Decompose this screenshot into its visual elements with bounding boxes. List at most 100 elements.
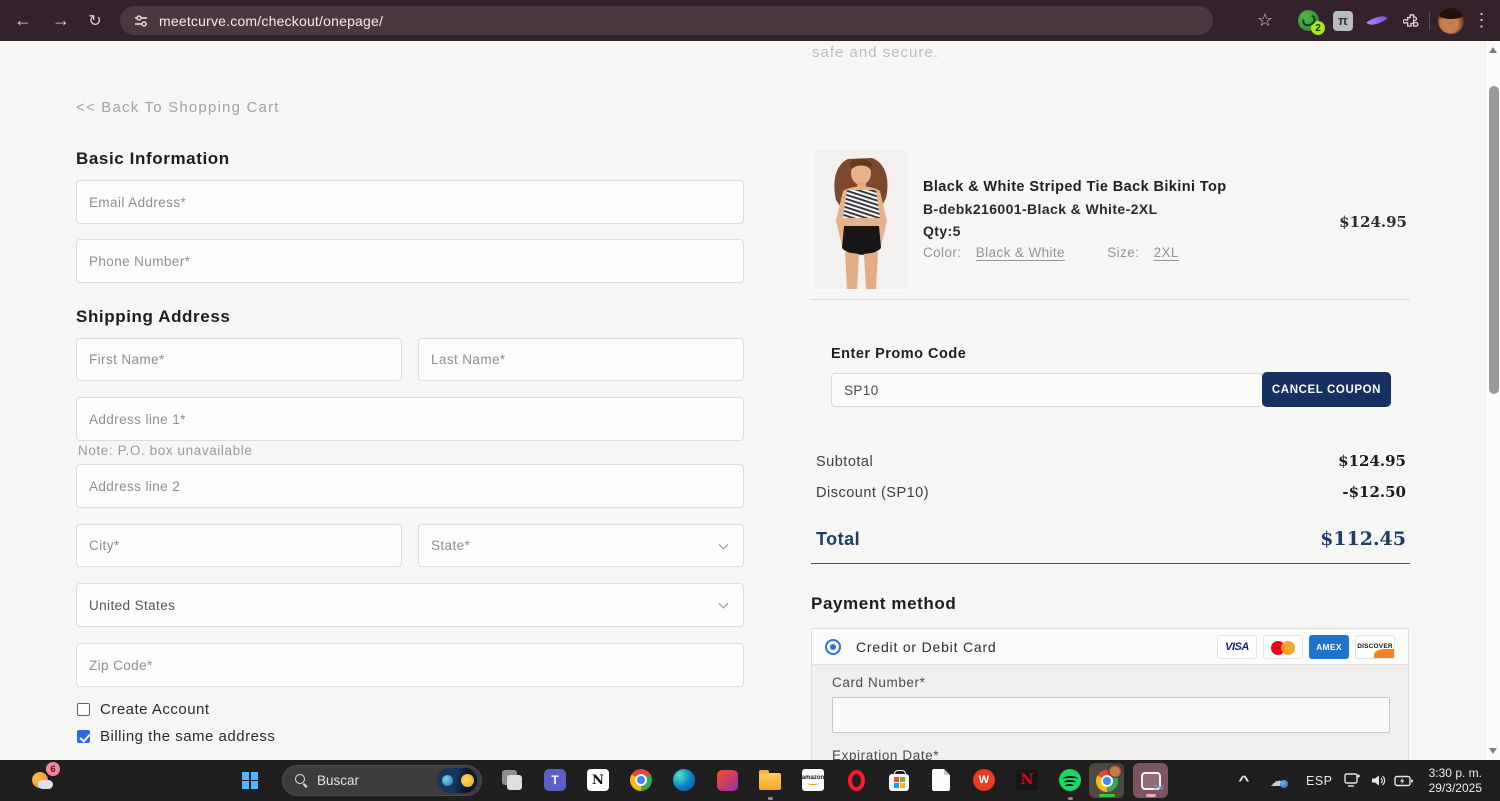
taskbar-search[interactable]: Buscar <box>282 765 482 796</box>
chrome-active-window[interactable] <box>1089 763 1124 798</box>
billing-same-label: Billing the same address <box>100 728 276 745</box>
country-select[interactable]: United States <box>76 583 744 627</box>
start-button[interactable] <box>236 760 264 801</box>
gray-extension-icon[interactable]: π <box>1333 10 1353 31</box>
teams-icon[interactable]: T <box>543 768 567 792</box>
tray-chevron-icon[interactable]: ^ <box>1238 760 1249 801</box>
edge-icon[interactable] <box>672 768 696 792</box>
volume-icon[interactable] <box>1370 760 1387 801</box>
scroll-down-icon[interactable] <box>1489 748 1497 754</box>
total-value: $112.45 <box>1320 528 1406 550</box>
secure-note: safe and secure. <box>812 44 939 61</box>
chevron-down-icon <box>718 598 729 609</box>
subtotal-label: Subtotal <box>816 454 874 470</box>
url-text[interactable]: meetcurve.com/checkout/onepage/ <box>159 13 383 29</box>
reload-icon[interactable]: ↻ <box>80 0 110 41</box>
last-name-field[interactable] <box>418 338 744 381</box>
search-placeholder: Buscar <box>317 773 360 788</box>
opera-icon[interactable] <box>844 768 868 792</box>
chevron-down-icon <box>718 539 729 550</box>
document-icon[interactable] <box>929 768 953 792</box>
create-account-label: Create Account <box>100 701 210 718</box>
amazon-icon[interactable]: amazon <box>801 768 825 792</box>
state-placeholder: State* <box>431 538 471 553</box>
back-icon[interactable]: ← <box>8 0 38 41</box>
size-label: Size: <box>1107 245 1140 260</box>
ms-store-icon[interactable] <box>887 768 911 792</box>
browser-toolbar: ← → ↻ meetcurve.com/checkout/onepage/ ☆ … <box>0 0 1500 41</box>
color-value-link[interactable]: Black & White <box>976 245 1065 260</box>
phone-field[interactable] <box>76 239 744 283</box>
city-field[interactable] <box>76 524 402 567</box>
zip-field[interactable] <box>76 643 744 687</box>
state-select[interactable]: State* <box>418 524 744 567</box>
total-label: Total <box>816 529 861 549</box>
visa-icon: VISA <box>1217 634 1257 659</box>
product-price: $124.95 <box>1339 213 1407 231</box>
active-indicator <box>1145 794 1156 797</box>
first-name-field[interactable] <box>76 338 402 381</box>
search-daily-image[interactable] <box>437 768 477 793</box>
size-value-link[interactable]: 2XL <box>1154 245 1179 260</box>
spotify-icon[interactable] <box>1058 768 1082 792</box>
chrome-profile-avatar <box>1108 763 1123 778</box>
wps-office-icon[interactable]: W <box>972 768 996 792</box>
feather-extension-icon[interactable] <box>1366 11 1388 30</box>
discover-icon: DISCOVER <box>1355 634 1395 659</box>
tray-time: 3:30 p. m. <box>1428 765 1482 780</box>
checkbox-unchecked-icon[interactable] <box>77 703 90 716</box>
bookmark-star-icon[interactable]: ☆ <box>1248 0 1282 41</box>
network-icon[interactable] <box>1344 760 1361 801</box>
chrome-icon[interactable] <box>629 768 653 792</box>
payment-heading: Payment method <box>811 594 957 613</box>
checkout-page: safe and secure. << Back To Shopping Car… <box>0 41 1500 760</box>
payment-method-row[interactable]: Credit or Debit Card VISA AMEX DISCOVER <box>812 629 1408 665</box>
create-account-checkbox[interactable]: Create Account <box>77 701 210 718</box>
tray-date: 29/3/2025 <box>1428 780 1482 795</box>
extension-badge: 2 <box>1311 21 1325 35</box>
screen: ← → ↻ meetcurve.com/checkout/onepage/ ☆ … <box>0 0 1500 801</box>
shopping-extension-icon[interactable]: 2 <box>1298 10 1325 35</box>
search-icon <box>295 774 308 787</box>
radio-selected-icon[interactable] <box>825 638 841 655</box>
email-field[interactable] <box>76 180 744 224</box>
menu-dots-icon[interactable]: ⋮ <box>1464 0 1500 41</box>
bikini-model-image <box>815 150 908 289</box>
scrollbar-thumb[interactable] <box>1488 86 1499 394</box>
promo-code-input[interactable] <box>831 373 1263 407</box>
clock[interactable]: 3:30 p. m. 29/3/2025 <box>1422 760 1482 801</box>
card-number-input[interactable] <box>832 697 1390 733</box>
total-divider <box>811 563 1410 564</box>
office-365-icon[interactable] <box>715 768 739 792</box>
card-logos: VISA AMEX DISCOVER <box>1217 634 1395 659</box>
file-explorer-icon[interactable] <box>758 768 782 792</box>
onedrive-cloud-icon[interactable]: ☁ <box>1270 760 1288 801</box>
language-indicator[interactable]: ESP <box>1306 760 1333 801</box>
address2-field[interactable] <box>76 464 744 508</box>
back-to-cart-link[interactable]: << Back To Shopping Cart <box>76 99 280 116</box>
site-settings-icon[interactable] <box>133 13 149 29</box>
widgets-weather-icon[interactable]: 6 <box>14 760 60 801</box>
forward-icon[interactable]: → <box>46 0 76 41</box>
notion-icon[interactable]: N <box>586 768 610 792</box>
scroll-up-icon[interactable] <box>1489 47 1497 53</box>
snipping-tool-window[interactable] <box>1133 763 1168 798</box>
total-row: Total $112.45 <box>816 528 1406 550</box>
task-view-icon[interactable] <box>500 768 524 792</box>
product-image[interactable] <box>815 150 908 289</box>
checkbox-checked-icon[interactable] <box>77 730 90 743</box>
address-bar[interactable]: meetcurve.com/checkout/onepage/ <box>120 6 1213 35</box>
profile-avatar[interactable] <box>1438 7 1464 34</box>
battery-icon[interactable] <box>1394 760 1414 801</box>
shipping-heading: Shipping Address <box>76 307 231 326</box>
cancel-coupon-button[interactable]: CANCEL COUPON <box>1262 372 1391 407</box>
running-indicator <box>1068 797 1073 800</box>
extensions-puzzle-icon[interactable] <box>1403 12 1421 30</box>
billing-same-checkbox[interactable]: Billing the same address <box>77 728 275 745</box>
netflix-icon[interactable]: N <box>1015 768 1039 792</box>
address1-field[interactable] <box>76 397 744 441</box>
page-scrollbar[interactable] <box>1485 41 1500 760</box>
payment-box: Credit or Debit Card VISA AMEX DISCOVER … <box>811 628 1409 760</box>
basic-info-heading: Basic Information <box>76 149 230 168</box>
divider <box>811 299 1410 300</box>
